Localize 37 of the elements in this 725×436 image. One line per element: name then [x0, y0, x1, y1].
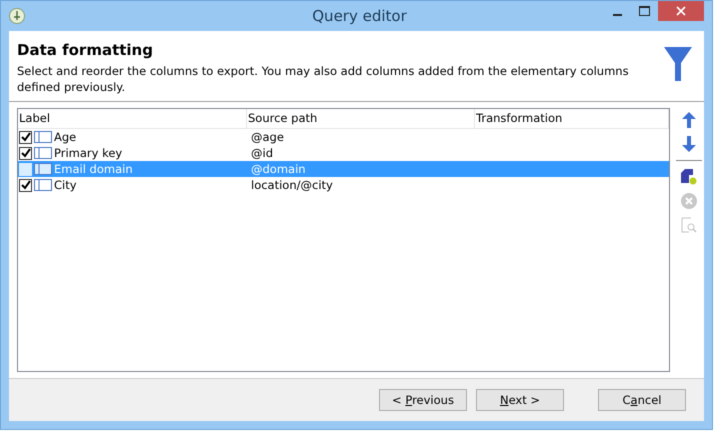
dialog-button[interactable]: Next >	[476, 389, 564, 411]
column-icon	[34, 163, 52, 175]
check-icon	[20, 180, 30, 190]
table-row[interactable]: Age @age	[18, 129, 669, 145]
arrow-up-icon[interactable]	[682, 112, 696, 128]
dialog-button[interactable]: < Previous	[379, 389, 467, 411]
app-icon	[9, 8, 25, 24]
column-icon	[34, 147, 52, 159]
row-checkbox[interactable]	[19, 178, 32, 192]
column-icon	[34, 179, 52, 191]
section-description: Select and reorder the columns to export. You may also add columns added from the elementary columns defined previously.	[17, 63, 630, 95]
table-cell: City	[54, 178, 77, 192]
table-cell: Primary key	[54, 146, 122, 160]
table-cell: Age	[54, 130, 76, 144]
table-row[interactable]: Primary key @id	[18, 145, 669, 161]
table-row[interactable]: City location/@city	[18, 177, 669, 193]
table-cell-text: @id	[250, 145, 274, 161]
column-header[interactable]: Label	[18, 109, 247, 128]
table-cell-text: @domain	[250, 161, 307, 177]
close-icon	[676, 6, 686, 16]
minimize-icon	[613, 14, 622, 16]
dialog-button[interactable]: Cancel	[598, 389, 686, 411]
maximize-icon	[639, 6, 650, 16]
table-cell-text: location/@city	[250, 177, 334, 193]
table-cell: Email domain	[54, 162, 133, 176]
window-title: Query editor	[311, 7, 407, 25]
filter-icon	[664, 47, 692, 81]
column-header[interactable]: Source path	[247, 109, 475, 128]
arrow-down-icon[interactable]	[682, 136, 696, 152]
section-title: Data formatting	[17, 41, 154, 59]
row-checkbox[interactable]	[19, 146, 32, 160]
close-button[interactable]	[658, 1, 704, 21]
column-icon	[34, 131, 52, 143]
column-header[interactable]: Transformation	[475, 109, 669, 128]
table-cell-text: @age	[250, 129, 285, 145]
row-checkbox[interactable]	[19, 130, 32, 144]
add-column-icon[interactable]	[681, 169, 697, 185]
